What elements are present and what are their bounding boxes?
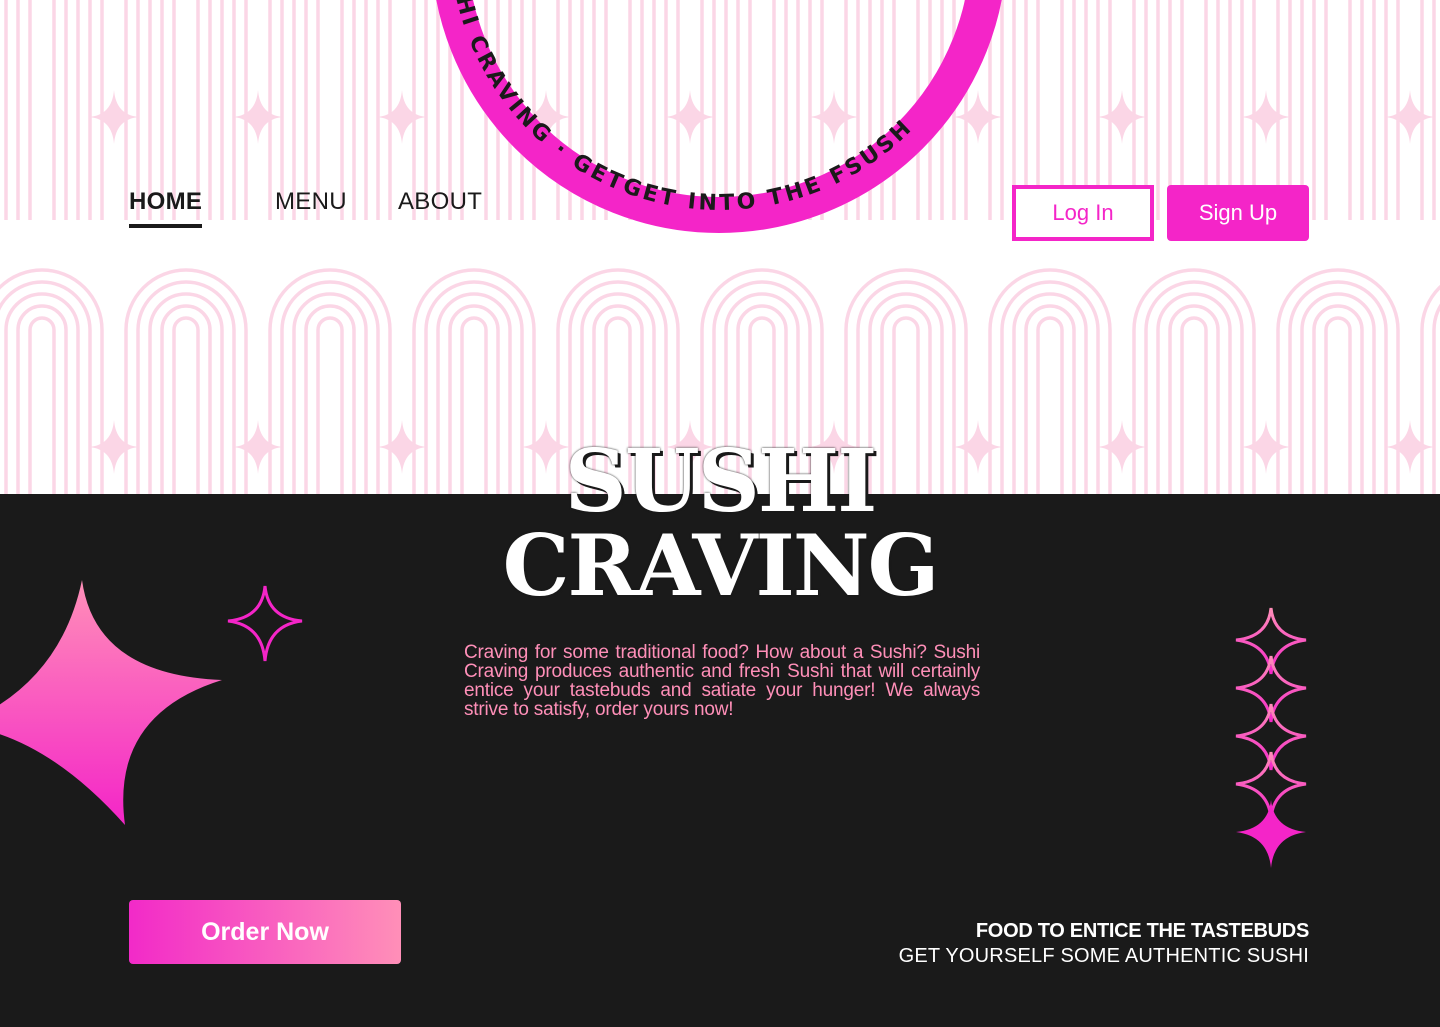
order-now-button[interactable]: Order Now xyxy=(129,900,401,964)
signup-button[interactable]: Sign Up xyxy=(1167,185,1309,241)
hero-description: Craving for some traditional food? How a… xyxy=(464,642,980,720)
tagline: FOOD TO ENTICE THE TASTEBUDS GET YOURSEL… xyxy=(898,918,1310,968)
nav-menu-link[interactable]: MENU xyxy=(275,186,347,218)
background-pattern xyxy=(0,0,1440,494)
hero-title-line2: CRAVING xyxy=(502,516,940,615)
sparkle-outline-icon xyxy=(227,585,303,662)
tagline-line2: GET YOURSELF SOME AUTHENTIC SUSHI xyxy=(898,945,1309,967)
login-button[interactable]: Log In xyxy=(1012,185,1154,241)
hero-top-section: SUSHI CRAVING · GETGET INTO THE FSUSH HO… xyxy=(0,0,1440,494)
tagline-line1: FOOD TO ENTICE THE TASTEBUDS xyxy=(975,920,1309,942)
nav-about-link[interactable]: ABOUT xyxy=(398,186,482,218)
hero-title-line1: SUSHI xyxy=(564,431,878,532)
nav-home-link[interactable]: HOME xyxy=(129,186,203,228)
sparkle-icon xyxy=(0,580,222,825)
hero-title: SUSHI CRAVING xyxy=(420,431,1020,615)
sparkle-chain-icon xyxy=(1235,607,1307,868)
